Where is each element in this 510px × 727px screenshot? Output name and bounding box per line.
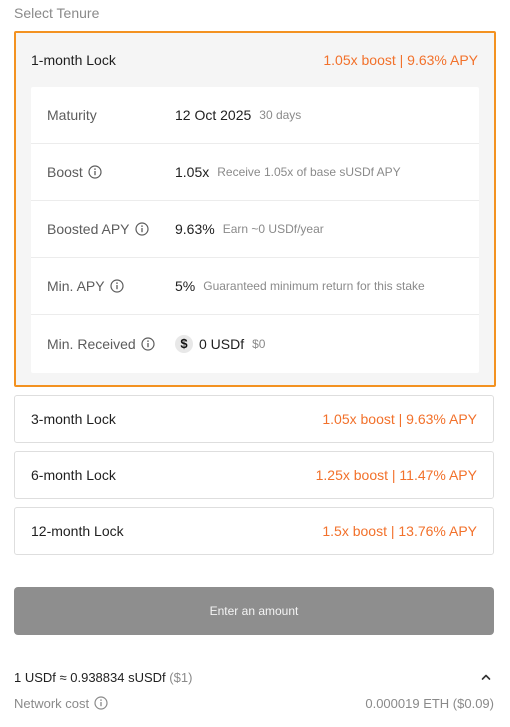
lock-name: 1-month Lock [31, 52, 116, 68]
min-received-value: 0 USDf [199, 335, 245, 352]
lock-option-header[interactable]: 1-month Lock 1.05x boost | 9.63% APY [16, 33, 494, 87]
detail-row-boosted-apy: Boosted APY 9.63% Earn ~0 USDf/year [31, 201, 479, 258]
lock-boost-apy: 1.05x boost | 9.63% APY [322, 411, 477, 427]
chevron-up-icon[interactable] [480, 671, 492, 683]
detail-label-text: Min. Received [47, 335, 136, 352]
detail-label-maturity: Maturity [47, 107, 175, 123]
network-cost-label-text: Network cost [14, 695, 90, 711]
lock-option-3-month[interactable]: 3-month Lock 1.05x boost | 9.63% APY [14, 395, 494, 443]
min-apy-note: Guaranteed minimum return for this stake [203, 279, 425, 293]
maturity-note: 30 days [259, 108, 302, 122]
info-icon[interactable] [141, 336, 155, 351]
min-received-amount: $ 0 USDf [175, 334, 252, 353]
lock-name: 3-month Lock [31, 411, 116, 427]
lock-boost-apy: 1.05x boost | 9.63% APY [323, 52, 478, 68]
boosted-apy-value: 9.63% [175, 221, 215, 237]
min-apy-value: 5% [175, 278, 196, 294]
network-cost-row: Network cost 0.000019 ETH ($0.09) [14, 694, 494, 712]
lock-option-1-month[interactable]: 1-month Lock 1.05x boost | 9.63% APY Mat… [14, 31, 496, 387]
detail-row-min-apy: Min. APY 5% Guaranteed minimum return fo… [31, 258, 479, 315]
info-icon[interactable] [109, 279, 124, 293]
boosted-apy-note: Earn ~0 USDf/year [222, 222, 324, 236]
maturity-value: 12 Oct 2025 [175, 107, 252, 123]
detail-label-text: Boost [47, 164, 83, 180]
min-received-note: $0 [252, 336, 266, 351]
detail-label-min-apy: Min. APY [47, 278, 175, 294]
info-icon[interactable] [94, 696, 108, 710]
usdf-coin-icon: $ [175, 334, 193, 353]
section-label: Select Tenure [14, 5, 100, 21]
boost-value: 1.05x [175, 164, 210, 180]
detail-row-min-received: Min. Received $ 0 USDf $0 [31, 315, 479, 372]
exchange-rate-text: 1 USDf ≈ 0.938834 sUSDf [14, 669, 166, 685]
lock-name: 6-month Lock [31, 467, 116, 483]
info-icon[interactable] [134, 222, 149, 236]
lock-name: 12-month Lock [31, 523, 124, 539]
lock-boost-apy: 1.25x boost | 11.47% APY [315, 467, 477, 483]
network-cost-label: Network cost [14, 696, 108, 711]
detail-row-maturity: Maturity 12 Oct 2025 30 days [31, 87, 479, 144]
exchange-rate-usd: ($1) [169, 669, 193, 685]
info-icon[interactable] [88, 165, 102, 179]
exchange-rate-row[interactable]: 1 USDf ≈ 0.938834 sUSDf ($1) [14, 668, 494, 686]
lock-option-12-month[interactable]: 12-month Lock 1.5x boost | 13.76% APY [14, 507, 494, 555]
lock-boost-apy: 1.5x boost | 13.76% APY [322, 523, 477, 539]
detail-label-min-received: Min. Received [47, 336, 175, 352]
detail-label-boosted-apy: Boosted APY [47, 221, 175, 237]
detail-label-text: Min. APY [47, 278, 105, 294]
network-cost-value: 0.000019 ETH ($0.09) [365, 695, 494, 711]
detail-label-text: Maturity [47, 107, 97, 123]
enter-amount-button[interactable]: Enter an amount [14, 587, 494, 635]
detail-row-boost: Boost 1.05x Receive 1.05x of base sUSDf … [31, 144, 479, 201]
exchange-rate: 1 USDf ≈ 0.938834 sUSDf ($1) [14, 670, 192, 685]
detail-label-text: Boosted APY [47, 221, 130, 237]
detail-label-boost: Boost [47, 164, 175, 180]
lock-details: Maturity 12 Oct 2025 30 days Boost 1.05x… [31, 87, 479, 373]
stake-tenure-panel: Select Tenure 1-month Lock 1.05x boost |… [0, 0, 510, 727]
lock-option-6-month[interactable]: 6-month Lock 1.25x boost | 11.47% APY [14, 451, 494, 499]
boost-note: Receive 1.05x of base sUSDf APY [217, 165, 401, 179]
